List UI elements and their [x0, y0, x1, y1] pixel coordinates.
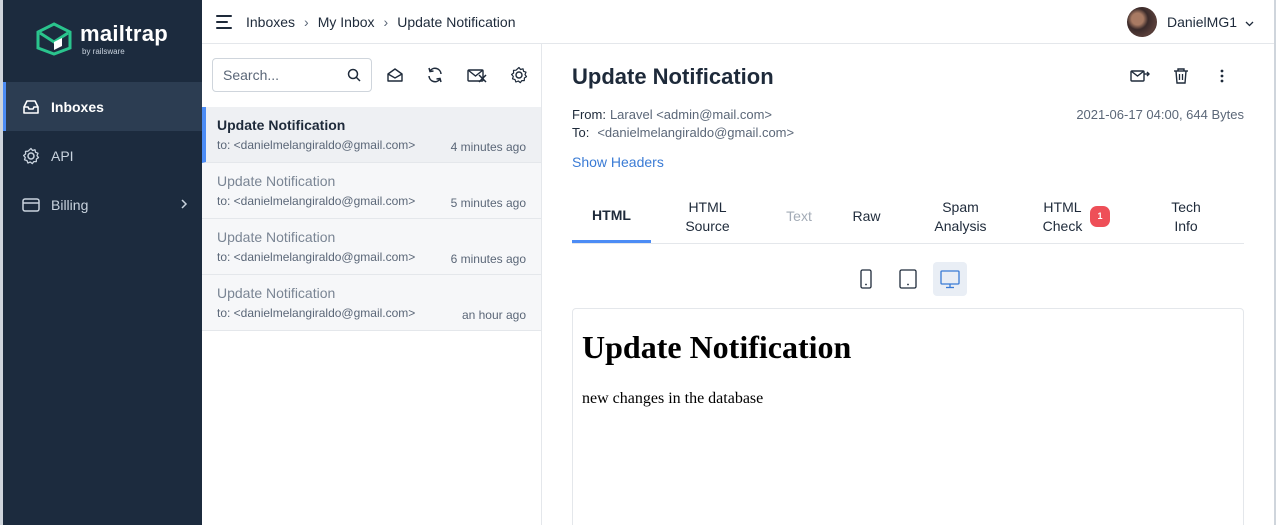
sidebar-item-label: API [51, 147, 74, 164]
gear-icon [21, 146, 41, 166]
desktop-view-icon[interactable] [933, 262, 967, 296]
sidebar-nav: Inboxes API Billing [3, 82, 202, 229]
from-value: Laravel <admin@mail.com> [609, 107, 772, 122]
tab-label: Text [786, 208, 812, 224]
refresh-icon[interactable] [425, 65, 445, 85]
brand-name: mailtrap [80, 20, 168, 46]
avatar [1126, 7, 1157, 37]
preview-body: new changes in the database [582, 390, 764, 407]
list-item[interactable]: Update Notification to: <danielmelangira… [202, 275, 541, 331]
tab-html[interactable]: HTML [572, 190, 651, 243]
forward-icon[interactable] [1130, 66, 1150, 86]
inbox-icon [21, 97, 41, 117]
show-headers-link[interactable]: Show Headers [572, 154, 664, 170]
message-time: 5 minutes ago [450, 196, 526, 210]
mailtrap-logo[interactable]: mailtrap by railsware [36, 22, 168, 56]
breadcrumb-separator: › [304, 13, 309, 30]
sidebar-item-billing[interactable]: Billing [3, 180, 202, 229]
sidebar-item-api[interactable]: API [3, 131, 202, 180]
tab-tech-info[interactable]: Tech Info [1128, 190, 1244, 243]
error-count-badge: 1 [1090, 206, 1110, 227]
breadcrumb-current: Update Notification [397, 13, 516, 30]
tab-label: HTML [592, 206, 631, 223]
mark-read-icon[interactable] [385, 65, 405, 85]
preview-heading: Update Notification [582, 329, 852, 365]
tab-label: Tech Info [1171, 198, 1201, 234]
tab-html-source[interactable]: HTML Source [651, 190, 764, 243]
settings-gear-icon[interactable] [509, 65, 529, 85]
message-time: an hour ago [461, 308, 526, 322]
page-title: Update Notification [572, 64, 774, 89]
device-switcher [542, 262, 1274, 296]
delete-icon[interactable] [1171, 66, 1191, 86]
chevron-down-icon [1245, 14, 1254, 30]
message-time: 4 minutes ago [450, 140, 526, 154]
chevron-right-icon [180, 197, 188, 213]
mailtrap-logo-icon [36, 22, 72, 56]
sidebar-item-inboxes[interactable]: Inboxes [3, 82, 202, 131]
breadcrumb-separator: › [383, 13, 389, 30]
tab-label: HTML Source [685, 198, 730, 234]
topbar: Inboxes › My Inbox › Update Notification… [202, 0, 1276, 44]
menu-icon[interactable] [216, 14, 234, 29]
content-tabs: HTML HTML Source Text Raw Spam Analysis … [572, 190, 1244, 244]
message-actions [1109, 66, 1232, 86]
sidebar: mailtrap by railsware Inboxes API Billin… [0, 0, 202, 525]
tab-label: Raw [852, 208, 881, 224]
clear-inbox-icon[interactable] [467, 65, 487, 85]
sidebar-item-label: Billing [51, 196, 89, 213]
more-options-icon[interactable] [1212, 66, 1232, 86]
list-toolbar [202, 44, 541, 107]
mobile-view-icon[interactable] [849, 262, 883, 296]
email-preview: Update Notification new changes in the d… [572, 308, 1244, 525]
search-box[interactable] [212, 58, 372, 92]
message-meta: From: Laravel <admin@mail.com> To: <daniel… [572, 107, 794, 143]
to-label: To: [572, 125, 590, 140]
message-subject: Update Notification [217, 285, 336, 301]
user-name: DanielMG1 [1166, 14, 1237, 30]
tab-spam-analysis[interactable]: Spam Analysis [899, 190, 1022, 243]
from-label: From: [572, 107, 606, 122]
tab-label: HTML Check [1042, 198, 1083, 234]
breadcrumb: Inboxes › My Inbox › Update Notification [246, 14, 516, 30]
tab-html-check[interactable]: HTML Check 1 [1022, 190, 1128, 243]
date-size: 2021-06-17 04:00, 644 Bytes [1076, 107, 1244, 122]
message-list-pane: Update Notification to: <danielmelangira… [202, 44, 542, 525]
user-menu[interactable]: DanielMG1 [1126, 7, 1254, 37]
tab-raw[interactable]: Raw [834, 190, 899, 243]
credit-card-icon [21, 195, 41, 215]
list-item[interactable]: Update Notification to: <danielmelangira… [202, 163, 541, 219]
breadcrumb-my-inbox[interactable]: My Inbox [318, 14, 375, 30]
message-time: 6 minutes ago [450, 252, 526, 266]
search-input[interactable] [223, 67, 343, 83]
tab-text[interactable]: Text [764, 190, 834, 243]
message-subject: Update Notification [217, 229, 336, 245]
list-item[interactable]: Update Notification to: <danielmelangira… [202, 219, 541, 275]
list-item[interactable]: Update Notification to: <danielmelangira… [202, 107, 541, 163]
brand-sub: by railsware [82, 46, 125, 56]
breadcrumb-inboxes[interactable]: Inboxes [246, 14, 295, 30]
tablet-view-icon[interactable] [891, 262, 925, 296]
message-detail: Update Notification From: Laravel <admin@… [542, 44, 1274, 525]
sidebar-item-label: Inboxes [51, 98, 104, 115]
search-icon[interactable] [347, 68, 361, 87]
tab-label: Spam Analysis [934, 198, 987, 234]
message-subject: Update Notification [217, 173, 336, 189]
message-subject: Update Notification [217, 117, 346, 133]
to-value: <danielmelangiraldo@gmail.com> [597, 125, 795, 140]
